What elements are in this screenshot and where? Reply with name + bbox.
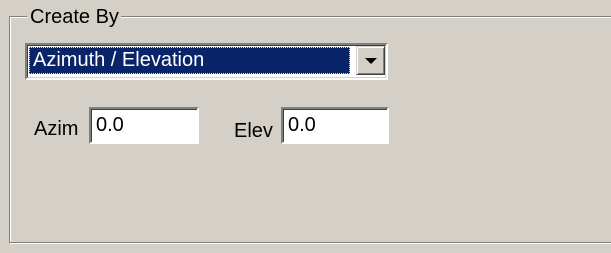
azim-label: Azim bbox=[34, 118, 79, 140]
create-method-dropdown[interactable]: Azimuth / Elevation bbox=[25, 43, 388, 80]
azim-input[interactable]: 0.0 bbox=[89, 107, 199, 144]
elev-input[interactable]: 0.0 bbox=[281, 107, 389, 144]
dropdown-button[interactable] bbox=[356, 46, 385, 75]
dropdown-selected-value[interactable]: Azimuth / Elevation bbox=[29, 47, 350, 74]
group-title: Create By bbox=[27, 5, 121, 29]
chevron-down-icon bbox=[365, 58, 377, 64]
elev-label: Elev bbox=[234, 120, 273, 142]
